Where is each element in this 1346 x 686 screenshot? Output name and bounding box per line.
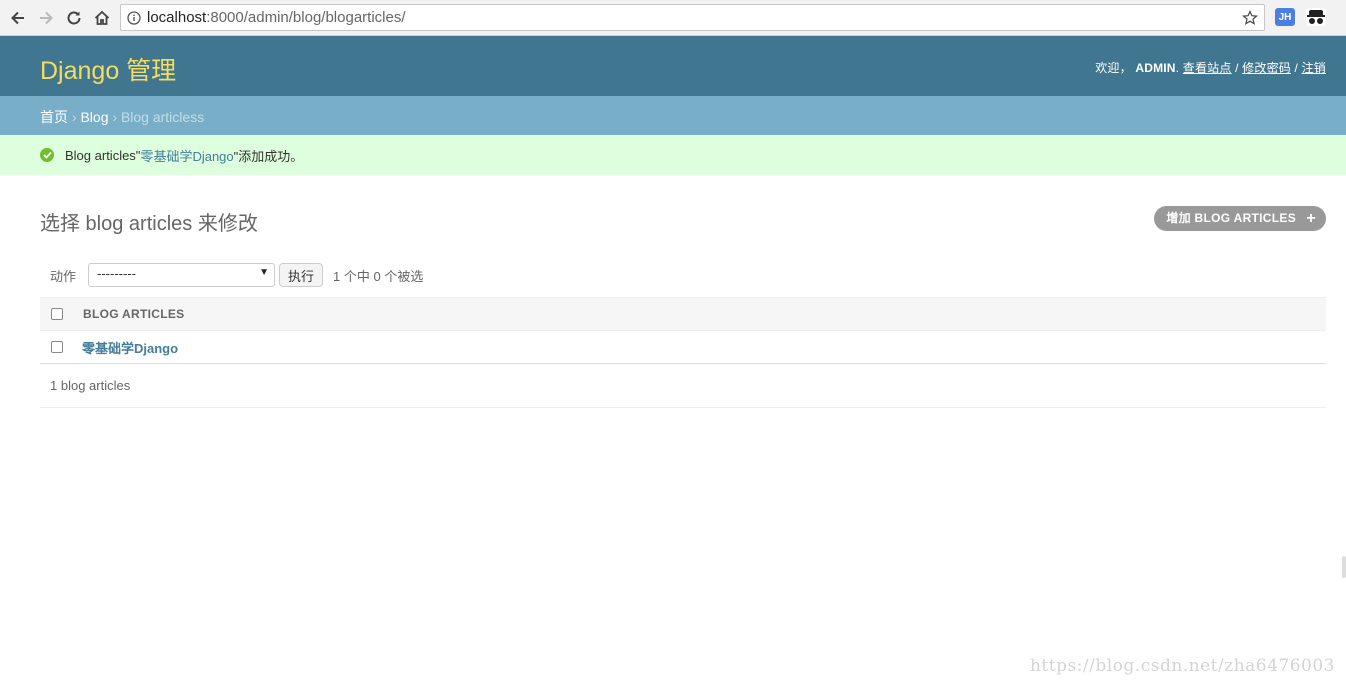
action-select[interactable]: --------- ▼ bbox=[88, 263, 276, 287]
back-icon[interactable] bbox=[6, 6, 30, 30]
welcome-text: 欢迎， bbox=[1095, 61, 1132, 75]
message-prefix: Blog articles" bbox=[65, 147, 141, 163]
breadcrumb-sep: › bbox=[108, 109, 121, 125]
paginator: 1 blog articles bbox=[40, 364, 1326, 408]
extension-incognito-icon[interactable] bbox=[1306, 8, 1326, 26]
plus-icon: + bbox=[1306, 210, 1316, 227]
breadcrumb-home[interactable]: 首页 bbox=[40, 109, 68, 125]
admin-header: Django 管理 欢迎， ADMIN. 查看站点 / 修改密码 / 注销 bbox=[0, 36, 1346, 96]
breadcrumb-sep: › bbox=[68, 109, 81, 125]
logout-link[interactable]: 注销 bbox=[1302, 61, 1326, 75]
action-select-value: --------- bbox=[97, 266, 136, 281]
user-tools-sep: / bbox=[1290, 61, 1302, 75]
add-button-label: 增加 BLOG ARTICLES bbox=[1166, 211, 1296, 225]
home-icon[interactable] bbox=[90, 6, 114, 30]
selection-counter: 1 个中 0 个被选 bbox=[333, 268, 424, 284]
username-dot: . bbox=[1175, 61, 1183, 75]
message-object-link[interactable]: 零基础学Django bbox=[140, 146, 233, 165]
change-password-link[interactable]: 修改密码 bbox=[1242, 61, 1291, 75]
info-icon[interactable] bbox=[121, 10, 147, 25]
table-row: 零基础学Django bbox=[40, 331, 1326, 364]
browser-toolbar: localhost:8000/admin/blog/blogarticles/ … bbox=[0, 0, 1346, 36]
user-tools-sep: / bbox=[1231, 61, 1243, 75]
actions-bar: 动作 --------- ▼ 执行 1 个中 0 个被选 bbox=[40, 263, 1326, 287]
user-tools: 欢迎， ADMIN. 查看站点 / 修改密码 / 注销 bbox=[1095, 59, 1326, 76]
row-checkbox[interactable] bbox=[51, 341, 63, 353]
forward-icon[interactable] bbox=[34, 6, 58, 30]
url-path: :8000/admin/blog/blogarticles/ bbox=[206, 9, 406, 26]
add-blog-articles-button[interactable]: 增加 BLOG ARTICLES + bbox=[1154, 206, 1326, 231]
view-site-link[interactable]: 查看站点 bbox=[1183, 61, 1232, 75]
breadcrumb-app[interactable]: Blog bbox=[80, 109, 108, 125]
scrollbar-hint[interactable] bbox=[1342, 556, 1346, 578]
reload-icon[interactable] bbox=[62, 6, 86, 30]
address-bar[interactable]: localhost:8000/admin/blog/blogarticles/ bbox=[120, 4, 1265, 31]
bookmark-star-icon[interactable] bbox=[1236, 9, 1264, 26]
message-suffix: "添加成功。 bbox=[233, 148, 304, 164]
page-title: 选择 blog articles 来修改 bbox=[40, 213, 258, 235]
watermark: https://blog.csdn.net/zha6476003 bbox=[1029, 656, 1335, 676]
select-all-checkbox[interactable] bbox=[51, 308, 63, 320]
url-host: localhost bbox=[147, 9, 207, 26]
breadcrumb: 首页 › Blog › Blog articless bbox=[0, 96, 1346, 135]
extension-jh-icon[interactable]: JH bbox=[1275, 8, 1295, 26]
extension-jh-label: JH bbox=[1278, 11, 1292, 23]
success-check-icon bbox=[40, 148, 54, 162]
result-list: BLOG ARTICLES 零基础学Django 1 blog articles bbox=[40, 297, 1326, 408]
table-header: BLOG ARTICLES bbox=[40, 297, 1326, 331]
username: ADMIN bbox=[1135, 61, 1176, 75]
success-message: Blog articles" 零基础学Django "添加成功。 bbox=[0, 135, 1346, 175]
site-branding[interactable]: Django 管理 bbox=[40, 51, 176, 87]
url-text: localhost:8000/admin/blog/blogarticles/ bbox=[147, 9, 1236, 26]
actions-label: 动作 bbox=[50, 268, 77, 284]
chevron-down-icon: ▼ bbox=[259, 267, 270, 278]
row-link[interactable]: 零基础学Django bbox=[82, 338, 178, 357]
run-action-button[interactable]: 执行 bbox=[279, 263, 324, 287]
column-header-blog-articles[interactable]: BLOG ARTICLES bbox=[83, 307, 184, 321]
breadcrumb-current: Blog articless bbox=[120, 109, 205, 125]
